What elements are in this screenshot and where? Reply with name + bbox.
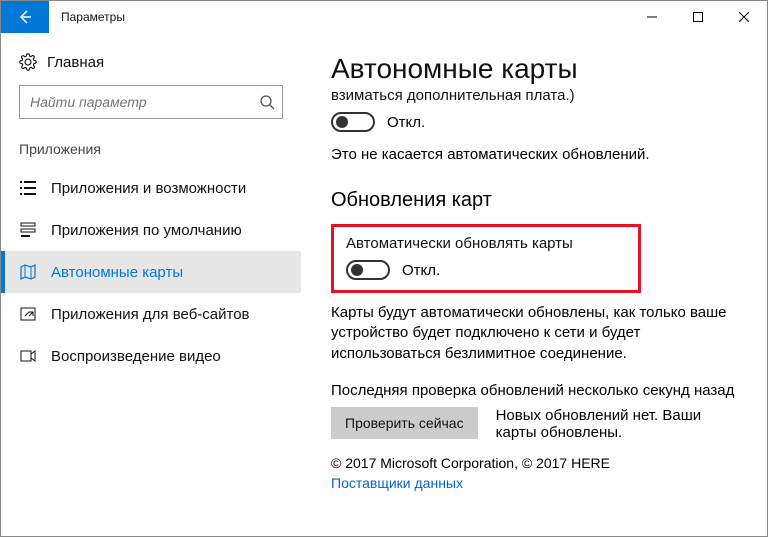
check-now-button[interactable]: Проверить сейчас [331, 407, 478, 439]
list-icon [19, 179, 37, 197]
gear-icon [19, 53, 37, 71]
defaults-icon [19, 221, 37, 239]
close-icon [739, 12, 749, 22]
maximize-button[interactable] [675, 1, 721, 33]
search-icon [259, 94, 275, 110]
metered-toggle[interactable] [331, 112, 375, 132]
home-link[interactable]: Главная [1, 47, 301, 85]
last-check: Последняя проверка обновлений несколько … [331, 382, 737, 399]
highlight-box: Автоматически обновлять карты Откл. [331, 224, 641, 293]
check-status: Новых обновлений нет. Ваши карты обновле… [496, 407, 737, 441]
fee-note: взиматься дополнительная плата.) [331, 87, 737, 104]
nav-label: Воспроизведение видео [51, 348, 221, 365]
update-desc: Карты будут автоматически обновлены, как… [331, 303, 731, 364]
minimize-button[interactable] [629, 1, 675, 33]
section-updates: Обновления карт [331, 189, 737, 212]
link-icon [19, 305, 37, 323]
toggle-knob [351, 264, 363, 276]
nav-video-playback[interactable]: Воспроизведение видео [1, 335, 301, 377]
providers-link[interactable]: Поставщики данных [331, 475, 463, 491]
arrow-left-icon [17, 9, 33, 25]
nav-apps-features[interactable]: Приложения и возможности [1, 167, 301, 209]
nav-offline-maps[interactable]: Автономные карты [1, 251, 301, 293]
auto-update-toggle-label: Откл. [402, 262, 440, 279]
copyright: © 2017 Microsoft Corporation, © 2017 HER… [331, 455, 737, 471]
auto-update-label: Автоматически обновлять карты [346, 235, 626, 252]
video-icon [19, 347, 37, 365]
nav-label: Автономные карты [51, 264, 183, 281]
nav-label: Приложения и возможности [51, 180, 246, 197]
sidebar-section-label: Приложения [1, 141, 301, 167]
map-icon [19, 263, 37, 281]
auto-update-toggle[interactable] [346, 260, 390, 280]
page-title: Автономные карты [331, 53, 737, 85]
home-label: Главная [47, 54, 104, 71]
maximize-icon [693, 12, 703, 22]
nav-apps-websites[interactable]: Приложения для веб-сайтов [1, 293, 301, 335]
close-button[interactable] [721, 1, 767, 33]
auto-update-toggle-row: Откл. [346, 260, 626, 280]
window-controls [629, 1, 767, 33]
search-input[interactable] [19, 85, 283, 119]
nav-default-apps[interactable]: Приложения по умолчанию [1, 209, 301, 251]
content: Автономные карты взиматься дополнительна… [301, 33, 767, 536]
metered-toggle-row: Откл. [331, 112, 737, 132]
metered-toggle-label: Откл. [387, 114, 425, 131]
auto-note: Это не касается автоматических обновлени… [331, 146, 737, 163]
toggle-knob [336, 116, 348, 128]
minimize-icon [647, 12, 657, 22]
search-wrap [19, 85, 283, 119]
nav-label: Приложения по умолчанию [51, 222, 242, 239]
titlebar: Параметры [1, 1, 767, 33]
back-button[interactable] [1, 1, 49, 33]
window-title: Параметры [49, 1, 629, 33]
sidebar: Главная Приложения Приложения и возможно… [1, 33, 301, 536]
check-row: Проверить сейчас Новых обновлений нет. В… [331, 407, 737, 441]
nav-label: Приложения для веб-сайтов [51, 306, 250, 323]
